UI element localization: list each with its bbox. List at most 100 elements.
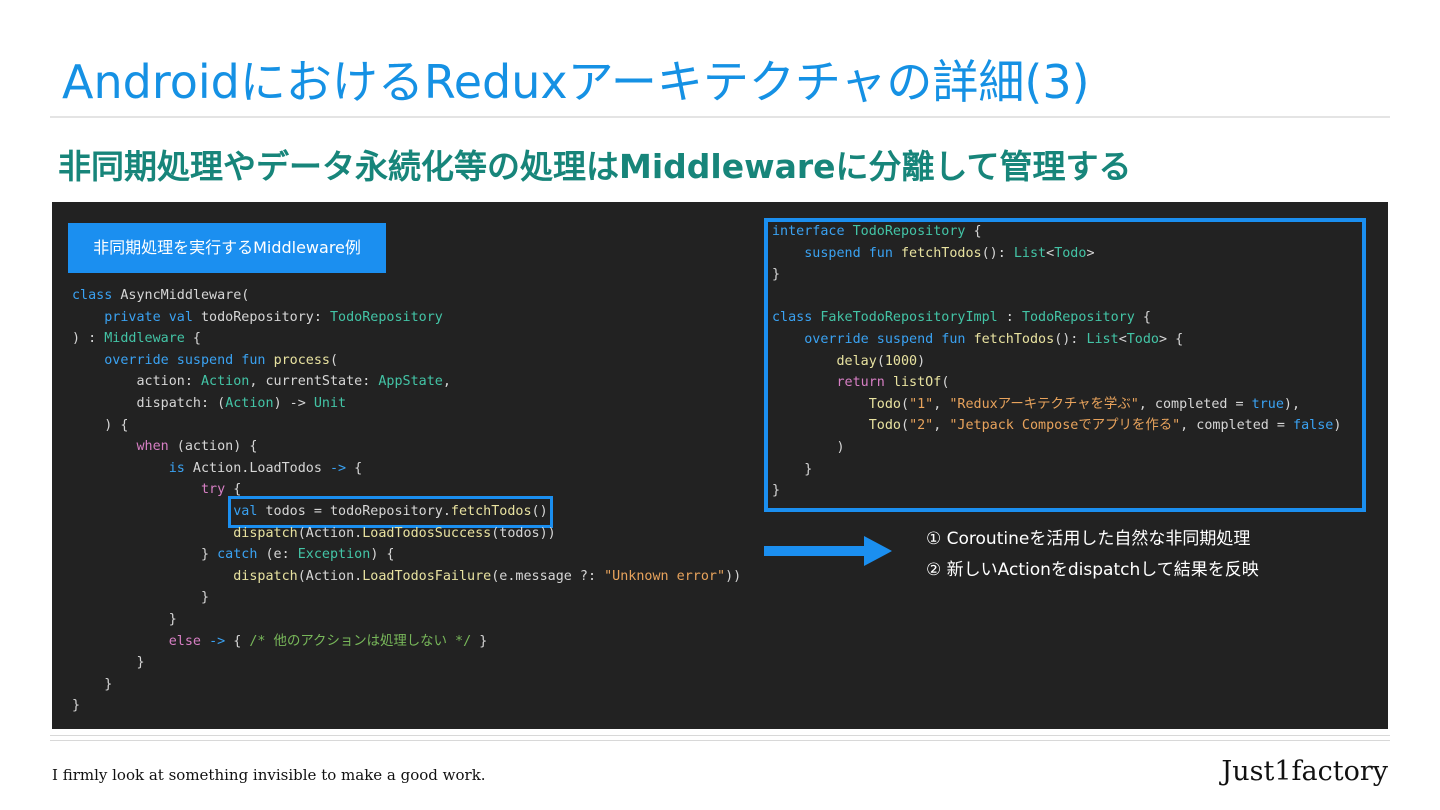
code-token: (): — [1054, 331, 1087, 347]
code-token: "2" — [909, 418, 934, 434]
code-token: dispatch: ( — [72, 395, 226, 411]
code-line: dispatch(Action.LoadTodosFailure(e.messa… — [72, 566, 741, 588]
code-token: class — [72, 288, 113, 303]
code-token: (Action. — [297, 525, 363, 541]
code-token: override suspend fun — [104, 352, 266, 368]
code-token: dispatch — [233, 525, 298, 541]
code-token: { — [1134, 310, 1151, 326]
code-token: , completed = — [1180, 418, 1294, 434]
note-item-coroutine: ① Coroutineを活用した自然な非同期処理 — [926, 529, 1251, 549]
code-token: ) — [772, 439, 845, 455]
code-token: Action.LoadTodos — [184, 460, 330, 476]
code-token: AppState — [378, 374, 443, 390]
code-token: false — [1293, 418, 1334, 434]
code-token: listOf — [892, 375, 942, 391]
code-token: List — [1013, 245, 1047, 261]
code-token: (): — [981, 245, 1014, 261]
code-line: } — [72, 674, 741, 696]
code-token: Todo — [868, 396, 901, 412]
code-token: Todo — [1054, 245, 1087, 261]
code-token: ) { — [370, 547, 395, 563]
code-token: todoRepository: — [192, 309, 330, 325]
code-token: Middleware — [104, 331, 185, 347]
code-token: } — [72, 611, 177, 627]
code-token: } — [772, 461, 813, 477]
slide-subtitle: 非同期処理やデータ永続化等の処理はMiddlewareに分離して管理する — [58, 147, 1132, 186]
title-divider — [50, 116, 1390, 118]
code-token: Action — [225, 395, 274, 411]
code-token: } — [72, 547, 218, 563]
code-token: < — [1046, 245, 1055, 261]
code-token: else — [168, 633, 201, 649]
code-token: < — [1118, 331, 1127, 347]
code-token: fetchTodos — [901, 245, 982, 261]
code-token: TodoRepository — [1021, 310, 1135, 326]
code-line: } — [72, 587, 741, 609]
code-line: private val todoRepository: TodoReposito… — [72, 307, 741, 329]
code-token: , — [442, 374, 451, 390]
code-line: } — [772, 459, 1341, 481]
code-line: action: Action, currentState: AppState, — [72, 371, 741, 393]
benefit-notes: ① Coroutineを活用した自然な非同期処理 ② 新しいActionをdis… — [926, 524, 1259, 586]
code-token: ( — [876, 353, 885, 369]
code-token: , completed = — [1138, 396, 1252, 412]
code-token: { — [965, 224, 982, 239]
code-token: true — [1251, 396, 1284, 412]
code-token: LoadTodosSuccess — [362, 525, 492, 541]
code-token: Exception — [297, 547, 371, 563]
code-token: > — [1086, 245, 1095, 261]
code-line: ) { — [72, 415, 741, 437]
code-line: delay(1000) — [772, 351, 1341, 373]
code-token: () — [531, 503, 548, 519]
code-line: class AsyncMiddleware( — [72, 285, 741, 307]
code-token: suspend fun — [804, 245, 893, 261]
code-token: -> — [330, 460, 347, 476]
code-token: } — [72, 590, 210, 606]
code-line: ) — [772, 437, 1341, 459]
async-middleware-code: class AsyncMiddleware( private val todoR… — [72, 285, 741, 717]
code-token: ) -> — [273, 395, 314, 411]
code-token: ) { — [72, 417, 129, 433]
code-token: (e.message ?: — [491, 568, 605, 584]
footer-divider — [50, 735, 1390, 741]
code-token: Action — [201, 374, 250, 390]
code-line: override suspend fun fetchTodos(): List<… — [772, 329, 1341, 351]
code-token: "Unknown error" — [604, 568, 726, 584]
code-token: 1000 — [884, 353, 918, 369]
code-line: } catch (e: Exception) { — [72, 544, 741, 566]
code-token: ) : — [72, 331, 105, 347]
code-token: dispatch — [233, 568, 298, 584]
code-line: } — [772, 264, 1341, 286]
code-line: is Action.LoadTodos -> { — [72, 458, 741, 480]
code-token: todos = todoRepository. — [257, 503, 451, 519]
code-token: catch — [217, 547, 258, 563]
slide-title: AndroidにおけるReduxアーキテクチャの詳細(3) — [62, 55, 1090, 109]
code-token: ( — [901, 396, 910, 412]
code-token: interface — [772, 224, 845, 239]
code-token: , — [933, 396, 950, 412]
code-token: ) — [1333, 418, 1342, 434]
todo-repository-code: interface TodoRepository { suspend fun f… — [772, 221, 1341, 502]
code-token: AsyncMiddleware( — [112, 288, 250, 303]
code-line: suspend fun fetchTodos(): List<Todo> — [772, 243, 1341, 265]
code-token: )) — [725, 568, 742, 584]
code-token: Unit — [313, 395, 347, 411]
code-token: , currentState: — [249, 374, 379, 390]
code-line: Todo("2", "Jetpack Composeでアプリを作る", comp… — [772, 415, 1342, 437]
code-token: TodoRepository — [852, 224, 966, 239]
code-token: (Action. — [297, 568, 363, 584]
code-line: } — [72, 695, 741, 717]
